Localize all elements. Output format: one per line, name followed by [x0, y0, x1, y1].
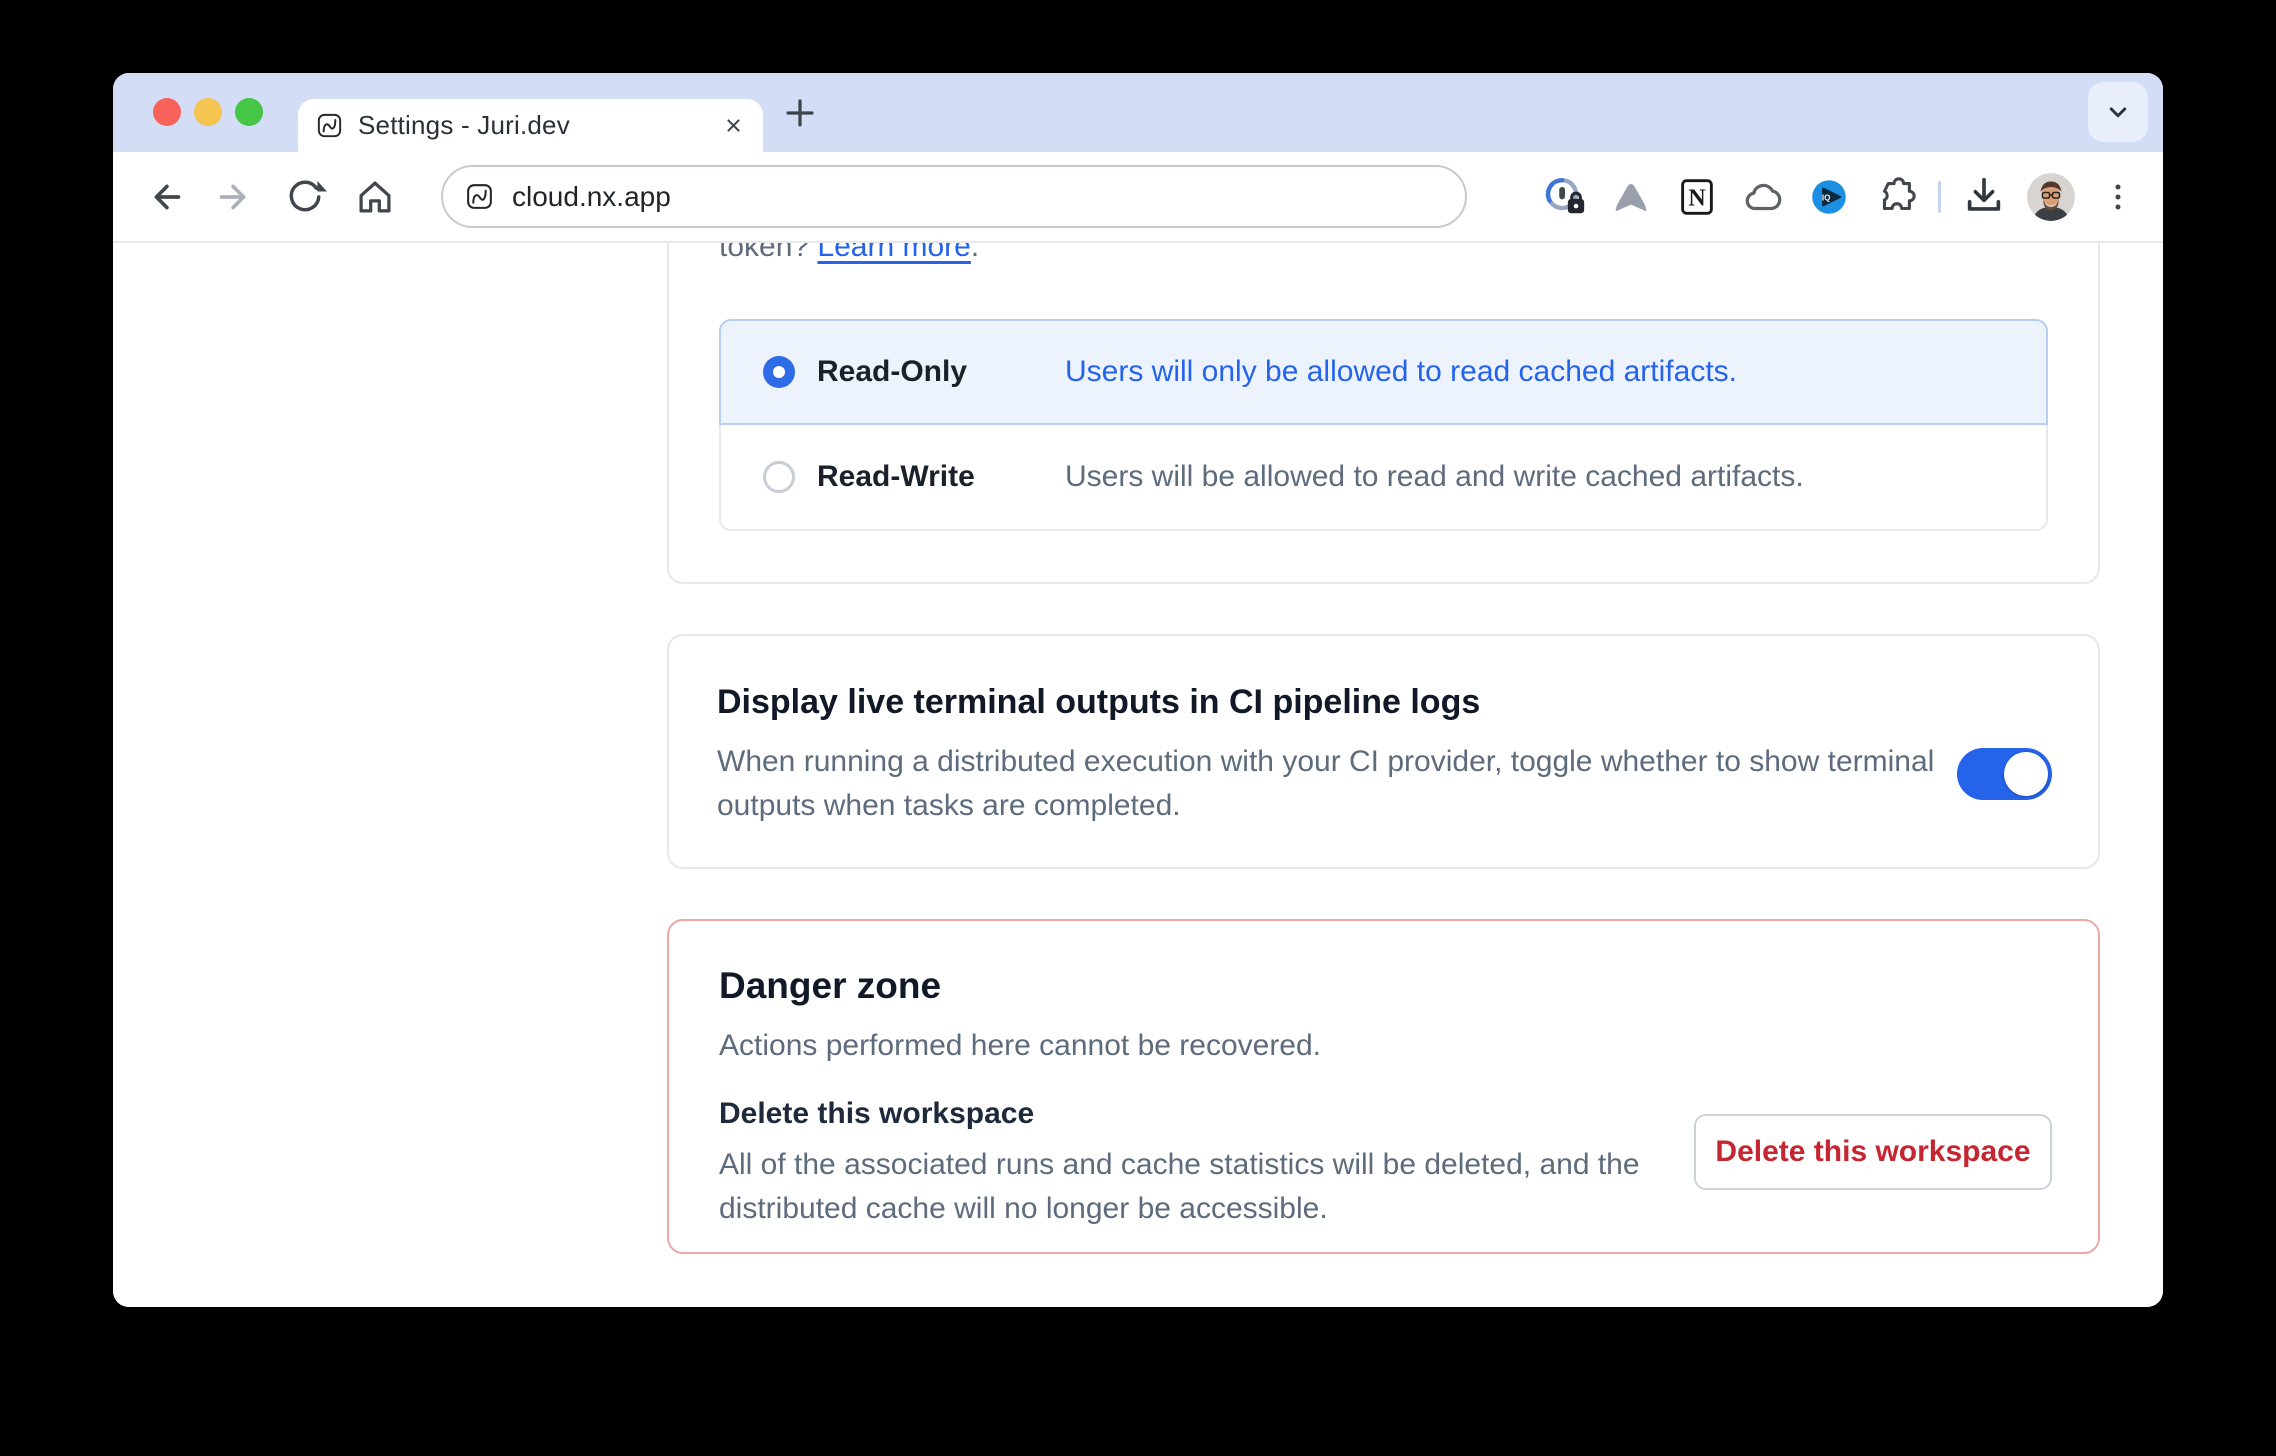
radio-selected-icon[interactable]: [763, 356, 795, 388]
notion-icon: N: [1674, 174, 1720, 220]
back-button[interactable]: [139, 171, 191, 223]
svg-text:N: N: [1688, 185, 1705, 211]
toggle-knob: [2004, 752, 2048, 796]
nx-cloud-favicon: [314, 110, 345, 141]
svg-text:IQ: IQ: [1822, 193, 1831, 202]
page-viewport: token? Learn more. Read-Only Users will …: [113, 243, 2163, 1307]
screenshot-stage: Settings - Juri.dev: [0, 0, 2276, 1456]
token-text-period: .: [971, 243, 979, 263]
cloud-icon: [1740, 174, 1786, 220]
nx-cloud-site-icon: [463, 180, 496, 213]
danger-zone-card: Danger zone Actions performed here canno…: [667, 919, 2100, 1254]
browser-menu-button[interactable]: [2095, 174, 2141, 220]
url-text: cloud.nx.app: [512, 181, 671, 213]
kebab-menu-icon: [2098, 177, 2138, 217]
delete-workspace-description: All of the associated runs and cache sta…: [719, 1143, 1669, 1231]
read-write-option[interactable]: Read-Write Users will be allowed to read…: [719, 425, 2048, 531]
close-tab-icon[interactable]: [720, 112, 747, 139]
profile-avatar[interactable]: [2027, 173, 2075, 221]
maximize-window-button[interactable]: [235, 98, 263, 126]
downloads-button[interactable]: [1961, 174, 2007, 220]
forward-button[interactable]: [209, 171, 261, 223]
learn-more-link[interactable]: Learn more: [817, 243, 970, 263]
terminal-outputs-card: Display live terminal outputs in CI pipe…: [667, 634, 2100, 869]
browser-tab[interactable]: Settings - Juri.dev: [298, 99, 763, 152]
new-tab-button[interactable]: [775, 88, 825, 138]
toolbar-extensions: N IQ: [1542, 173, 2141, 221]
window-controls: [153, 98, 263, 126]
browser-window: Settings - Juri.dev: [113, 73, 2163, 1307]
access-level-options: Read-Only Users will only be allowed to …: [719, 319, 2048, 531]
home-icon: [352, 174, 398, 220]
cloud-extension-button[interactable]: [1740, 174, 1786, 220]
home-button[interactable]: [349, 171, 401, 223]
danger-zone-title: Danger zone: [719, 961, 2050, 1011]
notion-extension-button[interactable]: N: [1674, 174, 1720, 220]
settings-page: token? Learn more. Read-Only Users will …: [667, 243, 2100, 1254]
iq-play-icon: IQ: [1806, 174, 1852, 220]
browser-toolbar: cloud.nx.app: [113, 152, 2163, 243]
tab-title: Settings - Juri.dev: [358, 110, 570, 141]
terminal-outputs-description: When running a distributed execution wit…: [717, 740, 1977, 828]
danger-zone-subtitle: Actions performed here cannot be recover…: [719, 1024, 2050, 1068]
read-write-label: Read-Write: [817, 460, 1065, 494]
token-text-fragment: token?: [719, 243, 817, 263]
access-token-card: token? Learn more. Read-Only Users will …: [667, 243, 2100, 584]
read-only-label: Read-Only: [817, 355, 1065, 389]
reload-button[interactable]: [279, 171, 331, 223]
toolbar-divider: [1938, 181, 1941, 213]
extensions-button[interactable]: [1872, 174, 1918, 220]
radio-unselected-icon[interactable]: [763, 461, 795, 493]
tab-strip: Settings - Juri.dev: [113, 73, 2163, 152]
address-bar[interactable]: cloud.nx.app: [441, 165, 1467, 228]
read-only-description: Users will only be allowed to read cache…: [1065, 355, 1737, 389]
back-icon: [142, 174, 188, 220]
mountain-icon: [1608, 174, 1654, 220]
onepassword-extension-button[interactable]: [1542, 174, 1588, 220]
mountain-extension-button[interactable]: [1608, 174, 1654, 220]
terminal-outputs-toggle[interactable]: [1957, 748, 2052, 800]
read-write-description: Users will be allowed to read and write …: [1065, 460, 1804, 494]
download-icon: [1961, 174, 2007, 220]
extensions-icon: [1872, 174, 1918, 220]
token-help-text: token? Learn more.: [719, 243, 2048, 269]
read-only-option[interactable]: Read-Only Users will only be allowed to …: [719, 319, 2048, 425]
minimize-window-button[interactable]: [194, 98, 222, 126]
onepassword-icon: [1542, 174, 1588, 220]
iq-player-extension-button[interactable]: IQ: [1806, 174, 1852, 220]
close-window-button[interactable]: [153, 98, 181, 126]
new-tab-icon: [778, 91, 822, 135]
avatar-image: [2027, 173, 2075, 221]
tab-search-button[interactable]: [2088, 82, 2148, 142]
forward-icon: [212, 174, 258, 220]
reload-icon: [283, 175, 327, 219]
terminal-outputs-title: Display live terminal outputs in CI pipe…: [717, 678, 2050, 726]
chevron-down-icon: [2100, 94, 2136, 130]
delete-workspace-button[interactable]: Delete this workspace: [1694, 1114, 2052, 1190]
